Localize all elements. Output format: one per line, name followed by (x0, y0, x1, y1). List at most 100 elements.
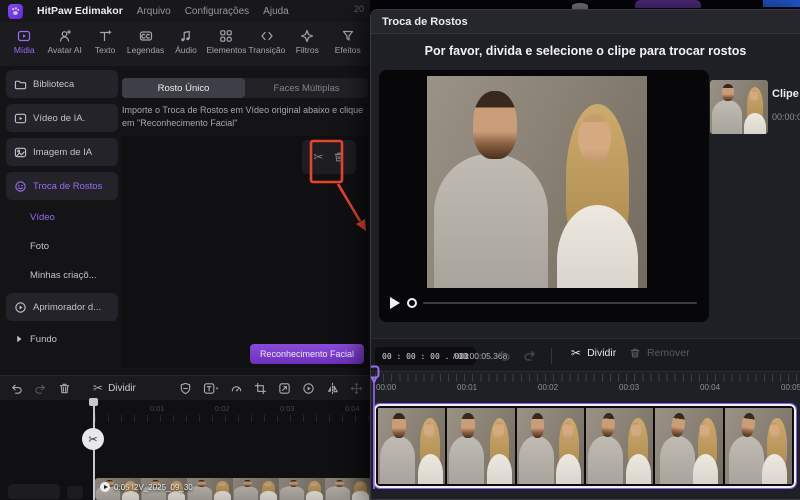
filmstrip-frame (655, 408, 723, 484)
face-swap-panel: Rosto Único Faces Múltiplas Importe o Tr… (120, 66, 368, 372)
dialog-title: Troca de Rostos (382, 15, 468, 28)
upload-area[interactable]: ✂ Reconhecimento Facial (122, 136, 368, 368)
clip-frame (233, 478, 279, 500)
ruler-label: 0:02 (215, 404, 230, 413)
tab-transicao[interactable]: Transição (247, 25, 287, 66)
filmstrip-frame (447, 408, 515, 484)
playhead-line[interactable] (93, 400, 95, 500)
menu-arquivo[interactable]: Arquivo (137, 6, 171, 17)
filmstrip-frame (585, 408, 654, 484)
sidebar-item-fundo[interactable]: Fundo (6, 327, 118, 351)
dialog-titlebar[interactable]: Troca de Rostos (371, 10, 800, 34)
tab-legendas[interactable]: Legendas (125, 25, 165, 66)
face-recognition-button[interactable]: Reconhecimento Facial (249, 344, 364, 364)
scissors-icon: ✂ (571, 346, 582, 360)
tab-faces-multiplas[interactable]: Faces Múltiplas (245, 78, 368, 98)
tab-audio[interactable]: Áudio (166, 25, 206, 66)
text-icon (98, 29, 112, 43)
dialog-playhead[interactable] (370, 365, 381, 495)
source-video-preview (155, 182, 287, 305)
remove-button[interactable]: Remover (629, 347, 690, 359)
sidebar-item-minhas-criacoes[interactable]: Minhas criaçõ... (6, 264, 118, 286)
timeline-ruler[interactable] (95, 415, 370, 422)
undo-icon[interactable] (10, 382, 23, 395)
captions-icon (139, 29, 153, 43)
avatar-icon (58, 29, 72, 43)
scissors-icon[interactable]: ✂ (313, 151, 323, 163)
track-chip[interactable] (8, 484, 60, 499)
ruler-ticks (375, 374, 800, 382)
app-logo-icon (8, 3, 23, 19)
instruction-text: Importe o Troca de Rostos em Vídeo origi… (122, 105, 364, 129)
tab-efeitos[interactable]: Efeitos (328, 25, 368, 66)
filmstrip-frame (378, 408, 446, 484)
tab-filtros[interactable]: Filtros (287, 25, 327, 66)
redo-icon[interactable] (523, 348, 537, 362)
move-icon[interactable] (350, 382, 363, 395)
trash-icon (629, 347, 641, 359)
undo-icon[interactable] (497, 348, 511, 362)
sidebar-item-video[interactable]: Vídeo (6, 206, 118, 228)
media-icon (17, 29, 31, 43)
video-player (379, 70, 709, 322)
tab-midia[interactable]: Mídia (4, 25, 44, 66)
clip-info-label: 0:05 I2V_2025_09_30 (100, 482, 193, 492)
timeline[interactable]: 0:01 0:02 0:03 0:04 0:05 I2V_2025_09_30 … (0, 398, 370, 500)
menu-configuracoes[interactable]: Configurações (185, 6, 249, 17)
filmstrip-frame (724, 408, 792, 484)
sidebar-item-troca-de-rostos[interactable]: Troca de Rostos (6, 172, 118, 200)
ruler-label: 00:04 (700, 383, 721, 392)
clip-thumbnail[interactable] (710, 80, 768, 134)
sidebar-item-biblioteca[interactable]: Biblioteca (6, 70, 118, 98)
speed-gauge-icon[interactable] (230, 382, 243, 395)
play-button[interactable] (390, 297, 400, 309)
ruler-label: 00:02 (538, 383, 559, 392)
sidebar-item-aprimorador[interactable]: Aprimorador d... (6, 293, 118, 321)
elements-icon (219, 29, 233, 43)
clip-frame (325, 478, 370, 500)
expand-triangle-icon (14, 334, 24, 344)
couple-photo (710, 80, 768, 134)
tab-rosto-unico[interactable]: Rosto Único (122, 78, 245, 98)
face-swap-icon (14, 180, 27, 193)
ruler-label: 00:05 (781, 383, 800, 392)
playback-speed-icon[interactable] (302, 382, 315, 395)
track-chip[interactable] (67, 486, 83, 499)
ai-video-icon (14, 112, 27, 125)
clip-frame (279, 478, 325, 500)
split-button[interactable]: ✂ Dividir (571, 347, 616, 359)
dialog-heading: Por favor, divida e selecione o clipe pa… (424, 44, 747, 58)
tab-elementos[interactable]: Elementos (206, 25, 246, 66)
face-swap-dialog: Troca de Rostos Por favor, divida e sele… (370, 9, 800, 500)
crop-icon[interactable] (254, 382, 267, 395)
text-box-icon[interactable] (203, 382, 219, 395)
menu-ajuda[interactable]: Ajuda (263, 6, 289, 17)
split-button[interactable]: ✂ Dividir (93, 382, 136, 394)
filmstrip-frame (516, 408, 584, 484)
main-window: HitPaw Edimakor Arquivo Configurações Aj… (0, 0, 422, 500)
transition-icon (260, 29, 274, 43)
playhead-handle[interactable] (89, 398, 98, 406)
transform-icon[interactable] (278, 382, 291, 395)
tab-texto[interactable]: Texto (85, 25, 125, 66)
dialog-timeline-clip[interactable] (373, 403, 797, 489)
split-cursor-badge[interactable]: ✂ (82, 428, 104, 450)
ai-image-icon (14, 146, 27, 159)
tab-avatar-ai[interactable]: Avatar AI (44, 25, 84, 66)
filters-icon (300, 29, 314, 43)
trash-icon[interactable] (58, 382, 71, 395)
flip-icon[interactable] (326, 382, 339, 395)
audio-icon (179, 29, 193, 43)
mask-icon[interactable] (179, 382, 192, 395)
seek-handle[interactable] (407, 298, 417, 308)
desktop-wallpaper (370, 0, 800, 9)
effects-icon (341, 29, 355, 43)
delete-icon[interactable] (333, 151, 345, 163)
sidebar-item-video-ia[interactable]: Vídeo de IA. (6, 104, 118, 132)
seek-track[interactable] (423, 302, 697, 304)
sidebar-item-foto[interactable]: Foto (6, 235, 118, 257)
dialog-timeline-ruler[interactable]: 00:00 00:01 00:02 00:03 00:04 00:05 (371, 366, 800, 396)
redo-icon[interactable] (34, 382, 47, 395)
sidebar-item-imagem-ia[interactable]: Imagem de IA (6, 138, 118, 166)
ruler-label: 0:01 (150, 404, 165, 413)
